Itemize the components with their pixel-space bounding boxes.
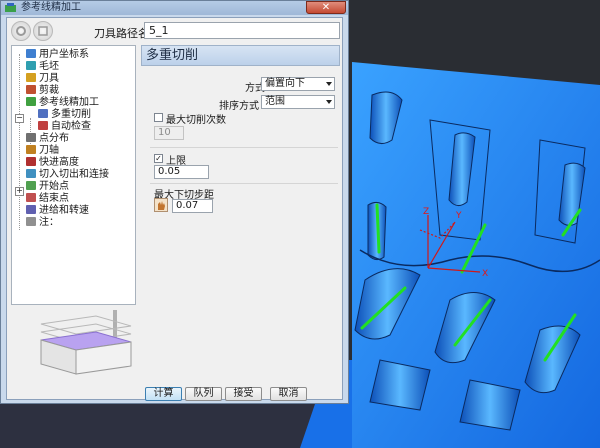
queue-button[interactable]: 队列 xyxy=(185,387,222,401)
trim-icon xyxy=(26,85,36,94)
tree-item-trim[interactable]: 剪裁 xyxy=(26,85,59,97)
axis-label-y: Y xyxy=(455,211,462,221)
block-icon xyxy=(26,61,36,70)
multiple-cuts-preview-image xyxy=(40,310,132,375)
tree-item-multiple-cuts[interactable]: 多重切削 xyxy=(38,109,91,121)
stepdown-calculator-button[interactable] xyxy=(154,198,168,212)
tree-item-ucs[interactable]: 用户坐标系 xyxy=(26,49,89,61)
hand-icon xyxy=(158,201,165,210)
max-stepdown-input[interactable]: 0.07 xyxy=(172,199,213,213)
tool-icon xyxy=(26,73,36,82)
max-cuts-label: 最大切削次数 xyxy=(166,115,226,126)
max-cuts-input[interactable]: 10 xyxy=(154,126,184,140)
dialog-client: 刀具路径名称 5_1 − + 用户坐标系 毛坯 刀具 剪裁 参考线精加工 多重切… xyxy=(6,17,343,401)
window-title: 参考线精加工 xyxy=(21,2,81,13)
chevron-down-icon xyxy=(326,100,332,104)
tree-item-leads-links[interactable]: 切入切出和连接 xyxy=(26,169,109,181)
panel-title: 多重切削 xyxy=(141,45,340,66)
notes-icon xyxy=(26,217,36,226)
ucs-icon xyxy=(26,49,36,58)
order-label: 排序方式 xyxy=(219,101,259,112)
tree-item-start-point[interactable]: 开始点 xyxy=(26,181,69,193)
chevron-down-icon xyxy=(326,82,332,86)
mode-select[interactable]: 偏置向下 xyxy=(261,77,335,91)
multiple-cuts-icon xyxy=(38,109,48,118)
pattern-finishing-dialog: 参考线精加工 ✕ 刀具路径名称 5_1 − + 用户坐标系 毛坯 刀具 剪裁 参… xyxy=(0,0,349,404)
pattern-finish-icon xyxy=(26,97,36,106)
tree-item-block[interactable]: 毛坯 xyxy=(26,61,59,73)
axis-label-x: X xyxy=(482,269,488,279)
order-select[interactable]: 范围 xyxy=(261,95,335,109)
expand-toggle[interactable]: + xyxy=(15,187,24,196)
tree-item-point-distribution[interactable]: 点分布 xyxy=(26,133,69,145)
upper-limit-input[interactable]: 0.05 xyxy=(154,165,209,179)
max-cuts-checkbox[interactable] xyxy=(154,113,163,122)
gear-icon xyxy=(16,26,26,36)
expand-toggle[interactable]: − xyxy=(15,114,24,123)
tree-item-tool[interactable]: 刀具 xyxy=(26,73,59,85)
end-point-icon xyxy=(26,193,36,202)
feeds-speeds-icon xyxy=(26,205,36,214)
point-distribution-icon xyxy=(26,133,36,142)
toolpath-settings-button[interactable] xyxy=(33,21,53,41)
tree-item-tool-axis[interactable]: 刀轴 xyxy=(26,145,59,157)
title-bar[interactable]: 参考线精加工 ✕ xyxy=(1,1,348,15)
app-icon xyxy=(5,3,16,12)
calculate-button[interactable]: 计算 xyxy=(145,387,182,401)
tree-item-notes[interactable]: 注： xyxy=(26,217,59,229)
tree-item-rapid-height[interactable]: 快进高度 xyxy=(26,157,79,169)
close-button[interactable]: ✕ xyxy=(306,1,346,14)
tree-item-pattern-finishing[interactable]: 参考线精加工 xyxy=(26,97,99,109)
accept-button[interactable]: 接受 xyxy=(225,387,262,401)
start-point-icon xyxy=(26,181,36,190)
auto-verify-icon xyxy=(38,121,48,130)
cancel-button[interactable]: 取消 xyxy=(270,387,307,401)
toolpath-name-input[interactable]: 5_1 xyxy=(144,22,340,39)
upper-limit-checkbox[interactable]: ✓ xyxy=(154,154,163,163)
tree-item-auto-verify[interactable]: 自动检查 xyxy=(38,121,91,133)
copy-parameters-button[interactable] xyxy=(11,21,31,41)
tree-item-feeds-speeds[interactable]: 进给和转速 xyxy=(26,205,89,217)
rapid-height-icon xyxy=(26,157,36,166)
tool-axis-icon xyxy=(26,145,36,154)
leads-links-icon xyxy=(26,169,36,178)
axis-label-z: Z xyxy=(423,207,429,217)
settings-icon xyxy=(38,26,48,36)
tree-item-end-point[interactable]: 结束点 xyxy=(26,193,69,205)
strategy-tree: − + 用户坐标系 毛坯 刀具 剪裁 参考线精加工 多重切削 自动检查 点分布 … xyxy=(11,45,136,305)
